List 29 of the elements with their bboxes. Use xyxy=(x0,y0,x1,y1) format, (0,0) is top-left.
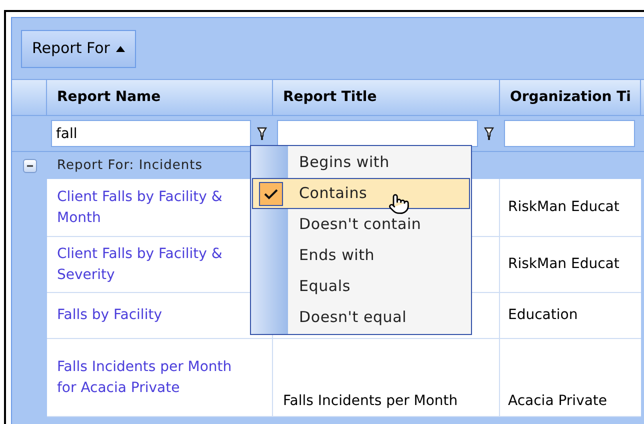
report-link[interactable]: Falls Incidents per Month for Acacia Private xyxy=(57,356,232,398)
filter-field[interactable] xyxy=(504,120,635,147)
table-cell: Acacia Private xyxy=(500,339,641,417)
group-label: Report For: Incidents xyxy=(57,156,203,175)
filter-field[interactable] xyxy=(277,120,478,147)
filter-field[interactable]: fall xyxy=(51,120,251,147)
hand-cursor-icon xyxy=(388,192,410,216)
table-cell: RiskMan Educat xyxy=(500,237,641,293)
report-link[interactable]: Falls by Facility xyxy=(57,305,162,326)
menu-item[interactable]: Doesn't contain xyxy=(252,209,470,240)
column-header[interactable]: Organization Ti xyxy=(500,80,641,115)
group-by-button[interactable]: Report For xyxy=(21,30,136,68)
filter-icon[interactable] xyxy=(484,126,494,140)
table-cell: Education xyxy=(500,293,641,339)
checkmark-icon xyxy=(259,182,283,206)
menu-item[interactable]: Begins with xyxy=(252,147,470,178)
menu-item[interactable]: Ends with xyxy=(252,240,470,271)
menu-item[interactable]: Equals xyxy=(252,271,470,302)
report-link[interactable]: Client Falls by Facility & Severity xyxy=(57,244,232,286)
filter-icon[interactable] xyxy=(257,126,267,140)
table-cell: Falls Incidents per Month xyxy=(273,339,500,417)
column-header[interactable]: Report Title xyxy=(273,80,500,115)
menu-item[interactable]: Contains xyxy=(252,178,470,209)
collapse-button[interactable] xyxy=(22,158,36,172)
table-cell: RiskMan Educat xyxy=(500,179,641,237)
menu-item[interactable]: Doesn't equal xyxy=(252,302,470,333)
caret-up-icon xyxy=(116,46,125,52)
column-header[interactable]: Report Name xyxy=(47,80,273,115)
report-link[interactable]: Client Falls by Facility & Month xyxy=(57,186,232,228)
